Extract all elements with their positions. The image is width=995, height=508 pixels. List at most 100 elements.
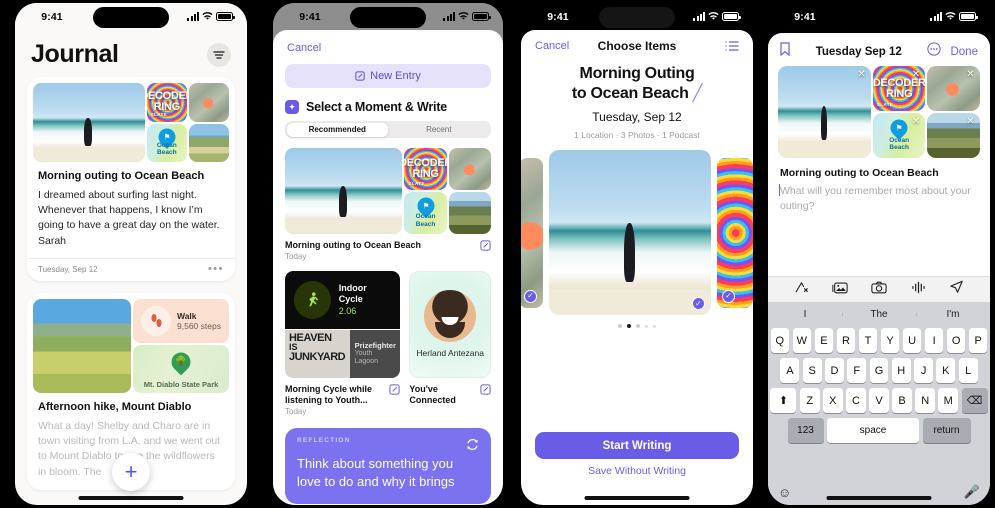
photo-shell-rocks[interactable]: [448, 148, 491, 190]
camera-icon[interactable]: [871, 281, 888, 299]
checkmark-circle-icon[interactable]: ✓: [692, 297, 705, 311]
page-dot[interactable]: [653, 324, 656, 328]
key-d[interactable]: D: [825, 358, 844, 383]
photo-cliff-dog[interactable]: [448, 192, 491, 234]
map-ocean-beach[interactable]: ⚑ Ocean Beach: [404, 192, 447, 234]
numbers-key[interactable]: 123: [787, 418, 824, 443]
key-p[interactable]: P: [968, 328, 988, 353]
photo-surfer-beach[interactable]: [33, 83, 145, 162]
key-z[interactable]: Z: [799, 388, 820, 413]
key-i[interactable]: I: [924, 328, 944, 353]
compose-icon[interactable]: [480, 384, 491, 397]
key-j[interactable]: J: [914, 358, 933, 383]
map-ocean-beach[interactable]: ⚑ Ocean Beach ✕: [872, 113, 926, 158]
close-x-icon[interactable]: ✕: [910, 70, 921, 81]
page-dot[interactable]: [618, 324, 622, 329]
key-x[interactable]: X: [823, 388, 843, 413]
photo-coast-road[interactable]: [188, 123, 229, 162]
key-c[interactable]: C: [846, 388, 866, 413]
key-l[interactable]: L: [958, 358, 978, 383]
key-n[interactable]: N: [915, 388, 935, 413]
key-m[interactable]: M: [938, 388, 959, 413]
prediction-3[interactable]: I'm: [916, 309, 990, 320]
key-y[interactable]: Y: [880, 328, 900, 353]
key-f[interactable]: F: [847, 358, 867, 383]
journal-entry-card[interactable]: DECODER RING SLATE ⚑ OceanBeach: [27, 77, 235, 281]
map-ocean-beach[interactable]: ⚑ Ocean Beach: [146, 123, 187, 162]
person-tile[interactable]: Herland Antezana: [409, 270, 491, 378]
key-g[interactable]: G: [869, 358, 889, 383]
cancel-button[interactable]: Cancel: [535, 40, 581, 52]
photo-surfer-beach[interactable]: ✓: [549, 150, 711, 316]
cancel-button[interactable]: Cancel: [287, 42, 321, 54]
page-dot-active[interactable]: [627, 324, 631, 329]
start-writing-button[interactable]: Start Writing: [535, 432, 739, 459]
pencil-icon[interactable]: ╱: [693, 85, 703, 102]
music-workout-tile[interactable]: Indoor Cycle 2.06 HEAVEN IS JUNKYARD Pri…: [285, 270, 401, 378]
prediction-1[interactable]: I: [768, 309, 842, 320]
segment-recent[interactable]: Recent: [388, 123, 490, 137]
done-button[interactable]: Done: [950, 46, 978, 58]
filter-lines-icon[interactable]: [207, 42, 231, 67]
microphone-icon[interactable]: 🎤: [964, 484, 980, 500]
close-x-icon[interactable]: ✕: [965, 70, 976, 81]
key-s[interactable]: S: [802, 358, 822, 383]
album-art-tile[interactable]: HEAVEN IS JUNKYARD Prizefighter Youth La…: [285, 329, 401, 378]
refresh-icon[interactable]: [465, 437, 480, 457]
compose-icon[interactable]: [480, 240, 491, 253]
key-e[interactable]: E: [814, 328, 834, 353]
key-b[interactable]: B: [892, 388, 912, 413]
photo-carousel[interactable]: ✓ ✓ ✓: [521, 150, 753, 316]
checkmark-circle-icon[interactable]: ✓: [722, 289, 735, 303]
segmented-control[interactable]: Recommended Recent: [285, 121, 491, 138]
save-without-writing-button[interactable]: Save Without Writing: [521, 465, 753, 477]
suggestion-card[interactable]: DECODER RING SLATE ⚑ Oce: [285, 148, 491, 261]
page-dot[interactable]: [636, 324, 640, 329]
entry-text-input[interactable]: What will you remember most about your o…: [768, 179, 990, 213]
prediction-2[interactable]: The: [842, 309, 916, 320]
audio-waveform-icon[interactable]: [911, 281, 926, 299]
podcast-decoder-ring[interactable]: DECODER RING SLATE: [146, 83, 187, 122]
photo-shell-rocks[interactable]: ✓: [521, 157, 543, 308]
key-q[interactable]: Q: [770, 328, 790, 353]
podcast-decoder-ring[interactable]: ✓: [717, 157, 753, 308]
key-k[interactable]: K: [936, 358, 956, 383]
ellipsis-circle-icon[interactable]: [927, 42, 942, 61]
photo-surfer-beach[interactable]: [285, 148, 403, 234]
list-bullet-icon[interactable]: [693, 40, 739, 52]
key-v[interactable]: V: [869, 388, 889, 413]
key-w[interactable]: W: [792, 328, 812, 353]
key-a[interactable]: A: [780, 358, 800, 383]
photo-library-icon[interactable]: [832, 281, 848, 299]
key-h[interactable]: H: [891, 358, 911, 383]
close-x-icon[interactable]: ✕: [910, 117, 921, 128]
format-text-icon[interactable]: [794, 281, 809, 299]
photo-cliff-dog[interactable]: ✕: [927, 113, 980, 158]
podcast-decoder-ring[interactable]: DECODER RING SLATE ✕: [872, 66, 926, 111]
workout-walk-tile[interactable]: Walk 9,560 steps: [133, 298, 229, 343]
photo-surfer-beach[interactable]: ✕: [778, 66, 871, 158]
key-t[interactable]: T: [858, 328, 878, 353]
photo-shell-rocks[interactable]: [188, 83, 229, 122]
segment-recommended[interactable]: Recommended: [286, 122, 388, 137]
page-dot[interactable]: [645, 324, 648, 328]
key-u[interactable]: U: [902, 328, 922, 353]
new-entry-button[interactable]: New Entry: [285, 64, 491, 88]
key-o[interactable]: O: [946, 328, 966, 353]
checkmark-circle-icon[interactable]: ✓: [524, 289, 537, 303]
emoji-icon[interactable]: ☺: [778, 485, 791, 500]
bookmark-icon[interactable]: [780, 42, 790, 61]
compose-icon[interactable]: [389, 384, 400, 397]
location-arrow-icon[interactable]: [949, 280, 964, 299]
new-entry-fab[interactable]: +: [112, 453, 150, 491]
close-x-icon[interactable]: ✕: [856, 70, 867, 81]
podcast-decoder-ring[interactable]: DECODER RING SLATE: [404, 148, 447, 190]
shift-icon[interactable]: ⬆: [770, 388, 797, 413]
key-r[interactable]: R: [836, 328, 856, 353]
backspace-icon[interactable]: ⌫: [961, 388, 988, 413]
return-key[interactable]: return: [922, 418, 971, 443]
location-park-tile[interactable]: 🌳 Mt. Diablo State Park: [133, 344, 229, 393]
photo-shell-rocks[interactable]: ✕: [927, 66, 980, 111]
space-key[interactable]: space: [827, 418, 919, 443]
reflection-card[interactable]: REFLECTION Think about something you lov…: [285, 428, 491, 505]
